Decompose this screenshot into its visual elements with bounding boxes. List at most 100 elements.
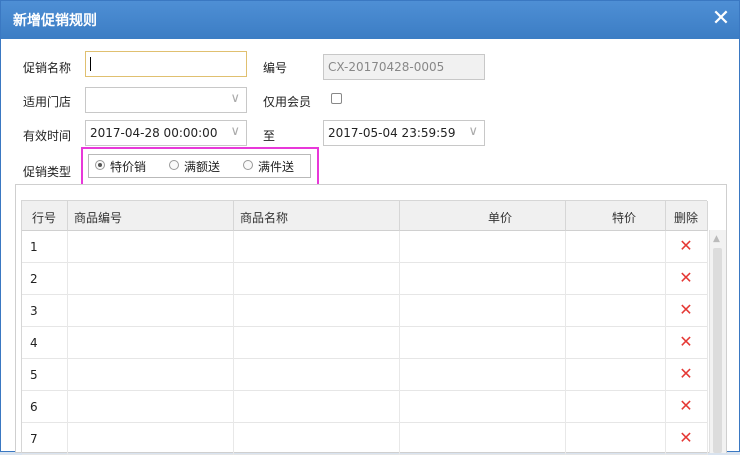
cell-unit-price[interactable] <box>400 295 566 327</box>
member-only-checkbox[interactable] <box>331 93 342 104</box>
row-number: 2 <box>30 272 38 286</box>
close-icon[interactable]: ✕ <box>707 5 735 33</box>
cell-product-code[interactable] <box>68 263 234 295</box>
cell-product-code[interactable] <box>68 295 234 327</box>
member-only-label: 仅用会员 <box>263 95 312 109</box>
table-row[interactable]: 6 ✕ <box>22 391 708 423</box>
cell-unit-price[interactable] <box>400 263 566 295</box>
cell-delete[interactable]: ✕ <box>666 359 708 391</box>
code-field: CX-20170428-0005 <box>323 54 485 80</box>
cell-special-price[interactable] <box>566 295 666 327</box>
cell-row-no: 3 <box>22 295 68 327</box>
promo-name-label: 促销名称 <box>23 61 72 75</box>
cell-unit-price[interactable] <box>400 359 566 391</box>
radio-quantity-gift[interactable] <box>243 160 253 170</box>
cell-product-code[interactable] <box>68 327 234 359</box>
start-time-select[interactable]: 2017-04-28 00:00:00 ∨ <box>85 120 247 146</box>
radio-special-price-label[interactable]: 特价销 <box>110 158 146 175</box>
col-header-special-price: 特价 <box>566 201 666 231</box>
cell-product-code[interactable] <box>68 231 234 263</box>
grid-scrollbar[interactable]: ▲ <box>709 230 726 453</box>
radio-special-price[interactable] <box>95 160 105 170</box>
col-header-product-code: 商品编号 <box>68 201 234 231</box>
table-row[interactable]: 2 ✕ <box>22 263 708 295</box>
row-number: 3 <box>30 304 38 318</box>
code-value: CX-20170428-0005 <box>328 60 445 74</box>
cell-special-price[interactable] <box>566 231 666 263</box>
cell-unit-price[interactable] <box>400 327 566 359</box>
row-number: 5 <box>30 368 38 382</box>
row-number: 7 <box>30 432 38 446</box>
cell-delete[interactable]: ✕ <box>666 295 708 327</box>
cell-special-price[interactable] <box>566 327 666 359</box>
cell-unit-price[interactable] <box>400 231 566 263</box>
delete-row-icon[interactable]: ✕ <box>676 396 696 416</box>
scrollbar-thumb[interactable] <box>713 248 722 453</box>
radio-quantity-gift-label[interactable]: 满件送 <box>258 158 294 175</box>
cell-delete[interactable]: ✕ <box>666 263 708 295</box>
delete-row-icon[interactable]: ✕ <box>676 332 696 352</box>
row-number: 4 <box>30 336 38 350</box>
cell-product-name[interactable] <box>234 391 400 423</box>
radio-amount-gift[interactable] <box>169 160 179 170</box>
cell-product-name[interactable] <box>234 263 400 295</box>
valid-time-label: 有效时间 <box>23 129 72 143</box>
code-label: 编号 <box>263 61 288 75</box>
cell-product-name[interactable] <box>234 359 400 391</box>
text-caret <box>90 57 91 71</box>
radio-amount-gift-label[interactable]: 满额送 <box>184 158 220 175</box>
scroll-up-icon[interactable]: ▲ <box>713 234 720 244</box>
dialog-titlebar[interactable]: 新增促销规则 ✕ <box>1 1 739 39</box>
end-time-select[interactable]: 2017-05-04 23:59:59 ∨ <box>323 120 485 146</box>
cell-delete[interactable]: ✕ <box>666 231 708 263</box>
delete-row-icon[interactable]: ✕ <box>676 428 696 448</box>
chevron-down-icon: ∨ <box>230 124 240 139</box>
cell-unit-price[interactable] <box>400 391 566 423</box>
store-select[interactable]: ∨ <box>85 87 247 113</box>
cell-product-name[interactable] <box>234 231 400 263</box>
cell-product-name[interactable] <box>234 295 400 327</box>
cell-delete[interactable]: ✕ <box>666 391 708 423</box>
cell-unit-price[interactable] <box>400 423 566 455</box>
delete-row-icon[interactable]: ✕ <box>676 236 696 256</box>
promo-rule-dialog: 新增促销规则 ✕ 促销名称 编号 CX-20170428-0005 适用门店 ∨… <box>0 0 740 455</box>
cell-product-code[interactable] <box>68 423 234 455</box>
cell-row-no: 4 <box>22 327 68 359</box>
delete-row-icon[interactable]: ✕ <box>676 364 696 384</box>
promo-name-input[interactable] <box>85 51 247 77</box>
to-label: 至 <box>263 129 276 143</box>
row-number: 6 <box>30 400 38 414</box>
row-number: 1 <box>30 240 38 254</box>
cell-row-no: 5 <box>22 359 68 391</box>
cell-product-code[interactable] <box>68 359 234 391</box>
cell-special-price[interactable] <box>566 359 666 391</box>
delete-row-icon[interactable]: ✕ <box>676 268 696 288</box>
start-time-value: 2017-04-28 00:00:00 <box>90 126 218 140</box>
col-header-product-name: 商品名称 <box>234 201 400 231</box>
cell-special-price[interactable] <box>566 423 666 455</box>
cell-delete[interactable]: ✕ <box>666 327 708 359</box>
cell-row-no: 1 <box>22 231 68 263</box>
table-row[interactable]: 7 ✕ <box>22 423 708 455</box>
product-grid: 行号 商品编号 商品名称 单价 特价 删除 1 ✕ 2 ✕ 3 ✕ 4 ✕ 5 ✕ 6 ✕ 7 ✕ <box>21 200 708 455</box>
table-row[interactable]: 3 ✕ <box>22 295 708 327</box>
cell-special-price[interactable] <box>566 263 666 295</box>
store-label: 适用门店 <box>23 95 72 109</box>
promo-type-label: 促销类型 <box>23 165 72 179</box>
cell-row-no: 6 <box>22 391 68 423</box>
table-row[interactable]: 4 ✕ <box>22 327 708 359</box>
cell-product-name[interactable] <box>234 327 400 359</box>
col-header-row-no: 行号 <box>22 201 68 231</box>
cell-row-no: 2 <box>22 263 68 295</box>
cell-special-price[interactable] <box>566 391 666 423</box>
dialog-title: 新增促销规则 <box>13 13 97 29</box>
cell-product-name[interactable] <box>234 423 400 455</box>
table-row[interactable]: 5 ✕ <box>22 359 708 391</box>
end-time-value: 2017-05-04 23:59:59 <box>328 126 456 140</box>
cell-product-code[interactable] <box>68 391 234 423</box>
table-row[interactable]: 1 ✕ <box>22 231 708 263</box>
cell-row-no: 7 <box>22 423 68 455</box>
chevron-down-icon: ∨ <box>230 91 240 106</box>
cell-delete[interactable]: ✕ <box>666 423 708 455</box>
delete-row-icon[interactable]: ✕ <box>676 300 696 320</box>
